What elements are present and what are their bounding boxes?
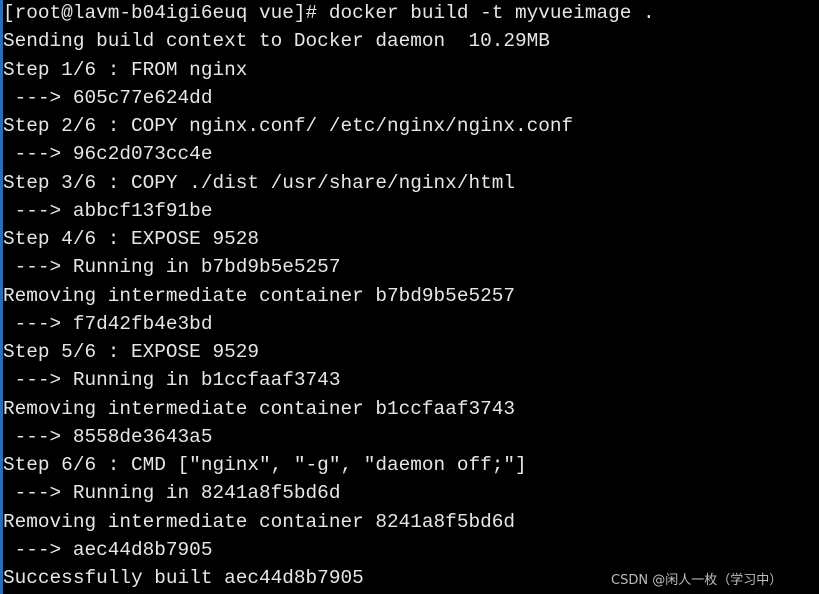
terminal-line: ---> abbcf13f91be xyxy=(3,199,213,222)
terminal-line: Step 5/6 : EXPOSE 9529 xyxy=(3,341,259,363)
terminal-line: Removing intermediate container 8241a8f5… xyxy=(3,510,515,533)
terminal-line: ---> Running in b7bd9b5e5257 xyxy=(3,256,341,279)
terminal-line: Step 3/6 : COPY ./dist /usr/share/nginx/… xyxy=(3,171,515,194)
terminal-line: Successfully built aec44d8b7905 xyxy=(3,567,364,589)
terminal-line: ---> 605c77e624dd xyxy=(3,86,213,109)
terminal-line: ---> Running in 8241a8f5bd6d xyxy=(3,482,341,505)
terminal-line: ---> aec44d8b7905 xyxy=(3,538,213,561)
terminal-line: Step 4/6 : EXPOSE 9528 xyxy=(3,228,259,250)
terminal-line: Step 1/6 : FROM nginx xyxy=(3,58,248,81)
terminal-line: Step 2/6 : COPY nginx.conf/ /etc/nginx/n… xyxy=(3,115,574,137)
terminal-line: Sending build context to Docker daemon 1… xyxy=(3,30,550,53)
watermark: CSDN @闲人一枚（学习中） xyxy=(611,573,783,588)
terminal-line: ---> 96c2d073cc4e xyxy=(3,143,213,166)
terminal-line: Step 6/6 : CMD ["nginx", "-g", "daemon o… xyxy=(3,454,527,476)
terminal-line: [root@lavm-b04igi6euq vue]# docker build… xyxy=(3,2,655,24)
terminal-line: Removing intermediate container b7bd9b5e… xyxy=(3,284,515,307)
terminal-line: ---> Running in b1ccfaaf3743 xyxy=(3,369,341,392)
terminal-line: ---> f7d42fb4e3bd xyxy=(3,312,213,335)
terminal-line: Removing intermediate container b1ccfaaf… xyxy=(3,397,515,420)
terminal-line: ---> 8558de3643a5 xyxy=(3,425,213,448)
terminal-output[interactable]: [root@lavm-b04igi6euq vue]# docker build… xyxy=(3,0,655,592)
